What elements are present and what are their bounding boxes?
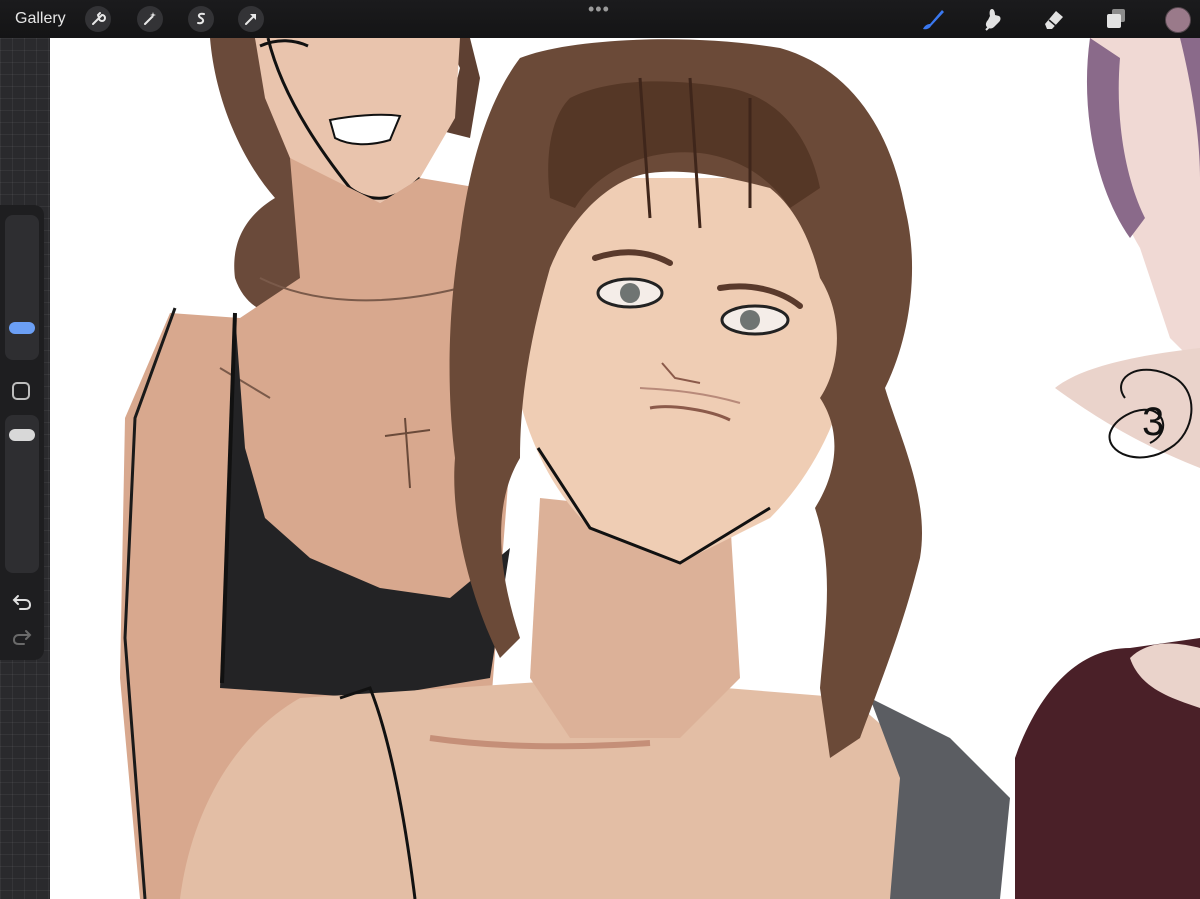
left-figure-mouth [328,113,402,146]
transform-icon[interactable] [238,6,264,32]
annotation-number: 3 [1142,400,1164,444]
brush-opacity-thumb[interactable] [9,429,35,441]
modify-square-icon[interactable] [12,382,30,400]
brush-opacity-slider[interactable] [5,415,39,573]
drawing-canvas[interactable]: 3 [50,38,1200,899]
brush-size-slider[interactable] [5,215,39,360]
right-figure-shoulder [1055,348,1200,468]
redo-icon[interactable] [10,627,34,647]
wrench-icon[interactable] [85,6,111,32]
brush-size-thumb[interactable] [9,322,35,334]
undo-icon[interactable] [10,592,34,612]
gallery-button[interactable]: Gallery [15,10,66,28]
smudge-icon[interactable] [980,6,1006,32]
magic-wand-icon[interactable] [137,6,163,32]
more-options-icon[interactable]: ••• [588,0,610,18]
top-toolbar: Gallery ••• [0,0,1200,38]
left-sidebar [0,205,44,660]
artwork: 3 [120,38,1200,899]
selection-icon[interactable] [188,6,214,32]
brush-icon[interactable] [920,6,946,32]
color-picker-button[interactable] [1165,7,1191,33]
center-figure-shoulders [180,678,920,899]
eraser-icon[interactable] [1041,6,1067,32]
layers-icon[interactable] [1103,6,1129,32]
